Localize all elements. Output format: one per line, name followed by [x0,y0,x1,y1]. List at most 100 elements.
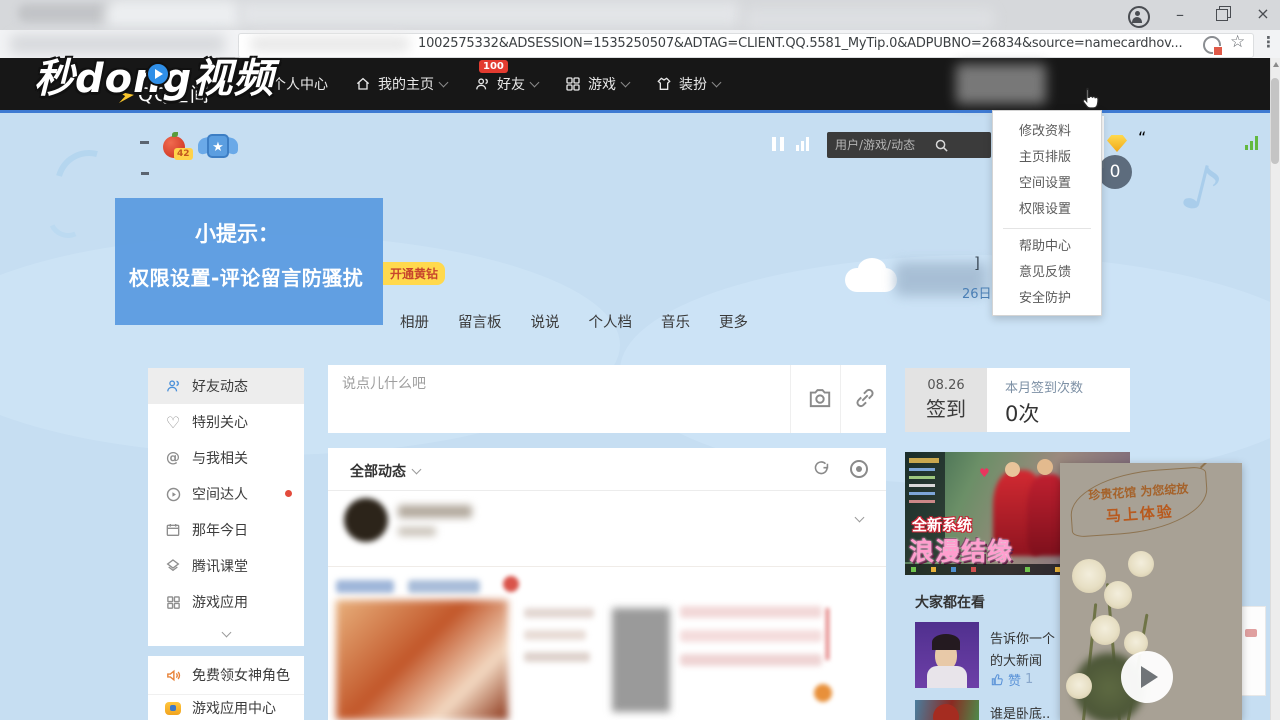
red-dot-badge [285,490,292,497]
quote-decoration: “ [1138,128,1146,147]
sidebar-label: 游戏应用中心 [192,698,276,718]
composer-input[interactable]: 说点儿什么吧 [342,373,426,393]
feed-settings-icon[interactable] [850,460,868,478]
dash-decoration [141,172,149,175]
signin-stat-label: 本月签到次数 [1005,377,1130,396]
sidebar-label: 免费领女神角色 [192,665,290,685]
post-photo-blurred [336,600,508,720]
sidebar-item-special-care[interactable]: ♡ 特别关心 [148,404,304,440]
username-blurred [956,64,1046,104]
flower-decoration [1090,615,1120,645]
open-yellow-diamond-button[interactable]: 开通黄钻 [383,262,445,285]
leaf-badge: 珍贵花馆 为您绽放 马上体验 [1068,466,1210,537]
minimize-button[interactable]: – [1165,2,1195,28]
signal-bars-icon[interactable] [1245,136,1258,150]
scrollbar-thumb[interactable] [1271,78,1279,164]
post-attachment-blurred [612,608,670,712]
post-avatar-blurred[interactable] [344,498,388,542]
at-icon: @ [164,449,182,467]
sidebar-label: 好友动态 [192,376,248,396]
grid-icon [164,593,182,611]
scrollbar-up-arrow[interactable] [1273,62,1279,67]
post-collapse-chevron[interactable] [856,506,863,525]
post-meta-blurred [398,527,436,536]
like-button[interactable]: 赞 1 [990,670,1033,689]
signin-button[interactable]: 08.26 签到 [905,368,987,432]
menu-item-permission-settings[interactable]: 权限设置 [993,197,1101,223]
play-button[interactable] [1121,651,1173,703]
watch-item2-title[interactable]: 谁是卧底.. [990,703,1050,720]
sidebar-expand-button[interactable] [148,620,304,646]
post-composer: 说点儿什么吧 [328,365,886,433]
menu-divider [1003,228,1091,229]
sidebar-label: 腾讯课堂 [192,556,248,576]
watermark-play-icon [146,62,170,86]
date-fragment: 26日 [962,283,992,302]
tab-shuoshuo[interactable]: 说说 [531,311,560,332]
menu-item-security[interactable]: 安全防护 [993,286,1101,312]
sidebar-item-friend-feed[interactable]: 好友动态 [148,368,304,404]
watch-item-title-line1[interactable]: 告诉你一个 [990,628,1055,647]
menu-item-home-layout[interactable]: 主页排版 [993,145,1101,171]
menu-item-feedback[interactable]: 意见反馈 [993,260,1101,286]
menu-item-space-settings[interactable]: 空间设置 [993,171,1101,197]
sidebar-item-tencent-classroom[interactable]: 腾讯课堂 [148,548,304,584]
watch-item-thumbnail[interactable] [915,622,979,688]
activity-chart-icon[interactable] [796,137,809,151]
nav-my-home[interactable]: 我的主页 [354,74,447,94]
hand-cursor [1078,86,1102,118]
tab-profile-doc[interactable]: 个人档 [589,311,633,332]
nav-games[interactable]: 游戏 [564,74,629,94]
close-button[interactable]: × [1248,1,1278,27]
chevron-down-icon [712,77,722,87]
yellow-diamond-icon[interactable] [1107,135,1127,152]
browser-tab-active-blurred[interactable] [105,0,240,28]
bookmark-star-icon[interactable]: ☆ [1230,32,1245,52]
browser-tab-blurred[interactable] [18,4,118,22]
sidebar-item-that-year-today[interactable]: 那年今日 [148,512,304,548]
bracket-fragment: ] [974,254,980,272]
sidebar-item-space-talent[interactable]: 空间达人 [148,476,304,512]
tab-bar-smudge-2 [745,8,995,30]
tab-music[interactable]: 音乐 [661,311,690,332]
home-icon [354,75,372,93]
layered-diamond-icon [164,557,182,575]
browser-profile-icon[interactable] [1128,6,1150,28]
pause-icon[interactable] [772,137,784,151]
nav-dress-up[interactable]: 装扮 [655,74,720,94]
feed-filter-dropdown[interactable]: 全部动态 [350,461,420,481]
search-input[interactable] [827,132,991,158]
sidebar-item-related-to-me[interactable]: @ 与我相关 [148,440,304,476]
watch-item-title-line2[interactable]: 的大新闻 [990,650,1042,669]
flower-decoration [1104,581,1132,609]
signin-date: 08.26 [905,378,987,393]
tab-message-board[interactable]: 留言板 [458,311,502,332]
menu-item-help-center[interactable]: 帮助中心 [993,234,1101,260]
sidebar-item-free-goddess[interactable]: 免费领女神角色 [148,656,304,695]
sidebar-label: 与我相关 [192,448,248,468]
level-wing-badge-icon[interactable]: ★ [198,132,238,162]
music-note-decoration: ♪ [1174,148,1230,228]
camera-icon[interactable] [806,385,834,415]
sidebar-item-game-center[interactable]: 游戏应用中心 [148,695,304,720]
tip-body: 权限设置-评论留言防骚扰 [129,262,383,291]
horn-icon [164,666,182,684]
refresh-icon[interactable] [812,459,831,482]
link-icon[interactable] [852,385,878,415]
tab-more[interactable]: 更多 [719,311,748,332]
qzone-browser-window: – × 1002575332&ADSESSION=1535250507&ADTA… [0,0,1280,720]
menu-item-edit-profile[interactable]: 修改资料 [993,119,1101,145]
restore-button[interactable] [1216,9,1228,21]
friends-icon [164,377,182,395]
sidebar-item-game-apps[interactable]: 游戏应用 [148,584,304,620]
nav-friends[interactable]: 100 好友 [473,74,538,94]
watch-item2-thumbnail[interactable] [915,700,979,720]
settings-dropdown-menu: 修改资料 主页排版 空间设置 权限设置 帮助中心 意见反馈 安全防护 [992,110,1102,316]
tip-title: 小提示： [195,218,383,248]
search-icon[interactable] [934,138,949,157]
notification-count-badge[interactable]: 0 [1098,155,1132,189]
tab-album[interactable]: 相册 [400,311,429,332]
content-blocked-icon[interactable] [1203,36,1221,54]
browser-menu-icon[interactable]: ⋮ [1261,33,1276,51]
url-text[interactable]: 1002575332&ADSESSION=1535250507&ADTAG=CL… [418,36,1182,51]
